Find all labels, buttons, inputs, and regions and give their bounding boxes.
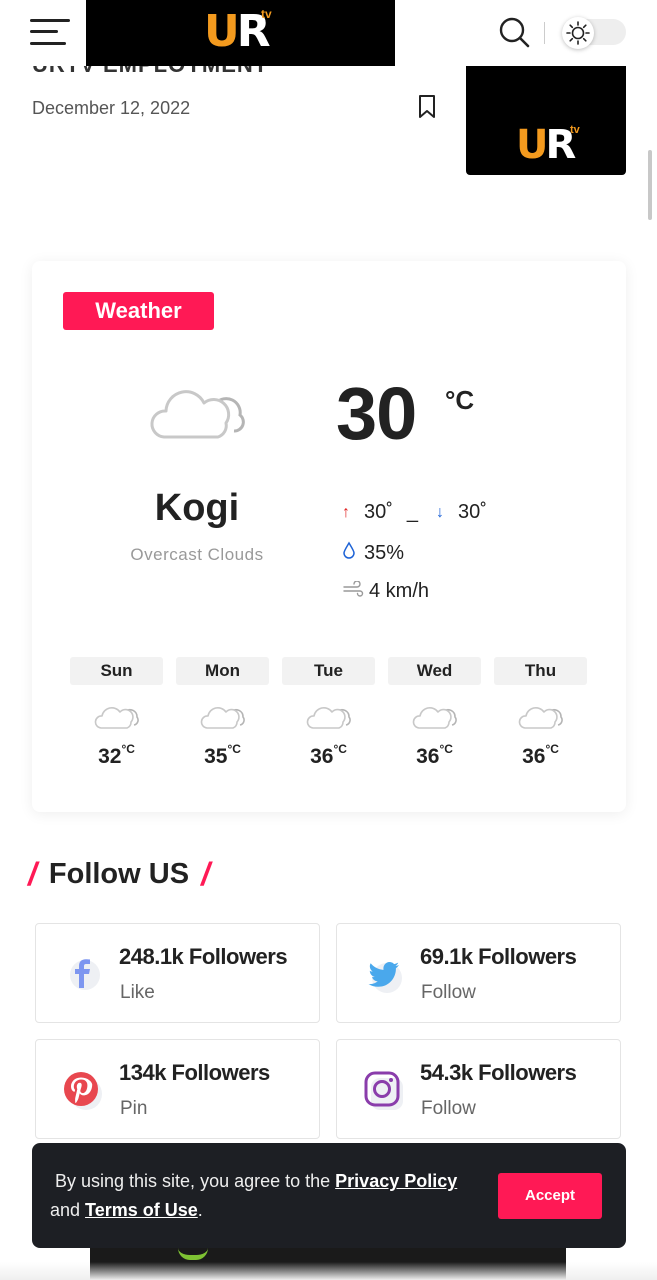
bottom-fade [0,1262,657,1280]
thumbnail-logo: UR [516,122,576,168]
logo-tv-mark: tv [261,7,272,21]
follow-us-title: Follow US [48,858,190,890]
site-header: UR tv [0,0,657,66]
instagram-action: Follow [421,1098,476,1119]
forecast-day: Tue 36°C [282,657,375,787]
wind-value: 4 km/h [369,580,430,602]
cloud-icon [146,379,250,449]
cloud-icon [410,701,460,733]
wind-row: 4 km/h [342,580,429,603]
forecast-day: Wed 36°C [388,657,481,787]
post-date: December 12, 2022 [32,98,191,118]
hamburger-menu-icon[interactable] [30,17,70,47]
humidity-row: 35% [342,541,404,565]
heading-slash-decoration: / [201,856,210,892]
cookie-message: By using this site, you agree to the Pri… [50,1171,458,1220]
twitter-follow-card[interactable]: 69.1k Followers Follow [336,923,621,1023]
pinterest-icon [62,1070,104,1112]
instagram-icon [363,1070,405,1112]
humidity-value: 35% [364,541,405,564]
forecast-day-name: Sun [70,657,163,685]
forecast-day: Sun 32°C [70,657,163,787]
cloud-icon [516,701,566,733]
wind-icon [342,580,369,603]
android-icon [178,1248,208,1260]
twitter-action: Follow [421,982,476,1003]
forecast-day-name: Mon [176,657,269,685]
site-logo[interactable]: UR tv [86,0,395,66]
theme-toggle[interactable] [562,17,626,49]
scrollbar[interactable] [648,150,652,220]
cookie-consent-bar: By using this site, you agree to the Pri… [32,1143,626,1248]
instagram-follower-count: 54.3k Followers [420,1060,577,1085]
weather-city: Kogi [154,487,240,529]
forecast-temp: 36°C [416,742,453,768]
forecast-temp: 36°C [310,742,347,768]
temperature-unit: °C [445,385,475,415]
weather-widget: Weather 30 °C Kogi Overcast Clouds ↑ 30˚… [32,261,626,812]
follow-us-heading: / Follow US / [28,856,210,893]
forecast-temp: 32°C [98,742,135,768]
bookmark-icon[interactable] [416,94,438,120]
weather-description: Overcast Clouds [130,545,264,564]
search-icon[interactable] [498,16,530,48]
post-thumbnail[interactable]: UR tv [466,66,626,175]
forecast-row: Sun 32°C Mon 35°C Tue 36°C Wed 36°C Thu … [70,657,588,787]
arrow-down-icon: ↓ [436,503,445,521]
facebook-follow-card[interactable]: 248.1k Followers Like [35,923,320,1023]
twitter-icon [363,954,405,996]
forecast-day-name: Thu [494,657,587,685]
thumbnail-tv-mark: tv [570,124,580,136]
arrow-up-icon: ↑ [342,503,350,521]
forecast-day-name: Wed [388,657,481,685]
forecast-day: Thu 36°C [494,657,587,787]
privacy-policy-link[interactable]: Privacy Policy [335,1171,457,1191]
forecast-temp: 36°C [522,742,559,768]
heading-slash-decoration: / [28,856,37,892]
cloud-icon [198,701,248,733]
droplet-icon [342,541,364,565]
logo-wordmark: UR [204,6,271,57]
header-divider [544,22,545,44]
pinterest-follow-card[interactable]: 134k Followers Pin [35,1039,320,1139]
weather-badge: Weather [63,292,214,330]
forecast-temp: 35°C [204,742,241,768]
cloud-icon [304,701,354,733]
temperature-range: ↑ 30˚ _ ↓ 30˚ [342,501,487,524]
instagram-follow-card[interactable]: 54.3k Followers Follow [336,1039,621,1139]
forecast-day: Mon 35°C [176,657,269,787]
facebook-action: Like [120,982,155,1003]
forecast-day-name: Tue [282,657,375,685]
accept-button[interactable]: Accept [498,1173,602,1219]
terms-of-use-link[interactable]: Terms of Use [85,1200,198,1220]
current-temperature: 30 [336,372,417,455]
sun-icon [562,17,594,49]
pinterest-action: Pin [120,1098,148,1119]
facebook-follower-count: 248.1k Followers [119,944,288,969]
pinterest-follower-count: 134k Followers [119,1060,270,1085]
range-separator: _ [406,501,419,523]
high-temp: 30˚ [364,501,393,523]
twitter-follower-count: 69.1k Followers [420,944,577,969]
low-temp: 30˚ [458,501,487,523]
cloud-icon [92,701,142,733]
facebook-icon [62,954,104,996]
